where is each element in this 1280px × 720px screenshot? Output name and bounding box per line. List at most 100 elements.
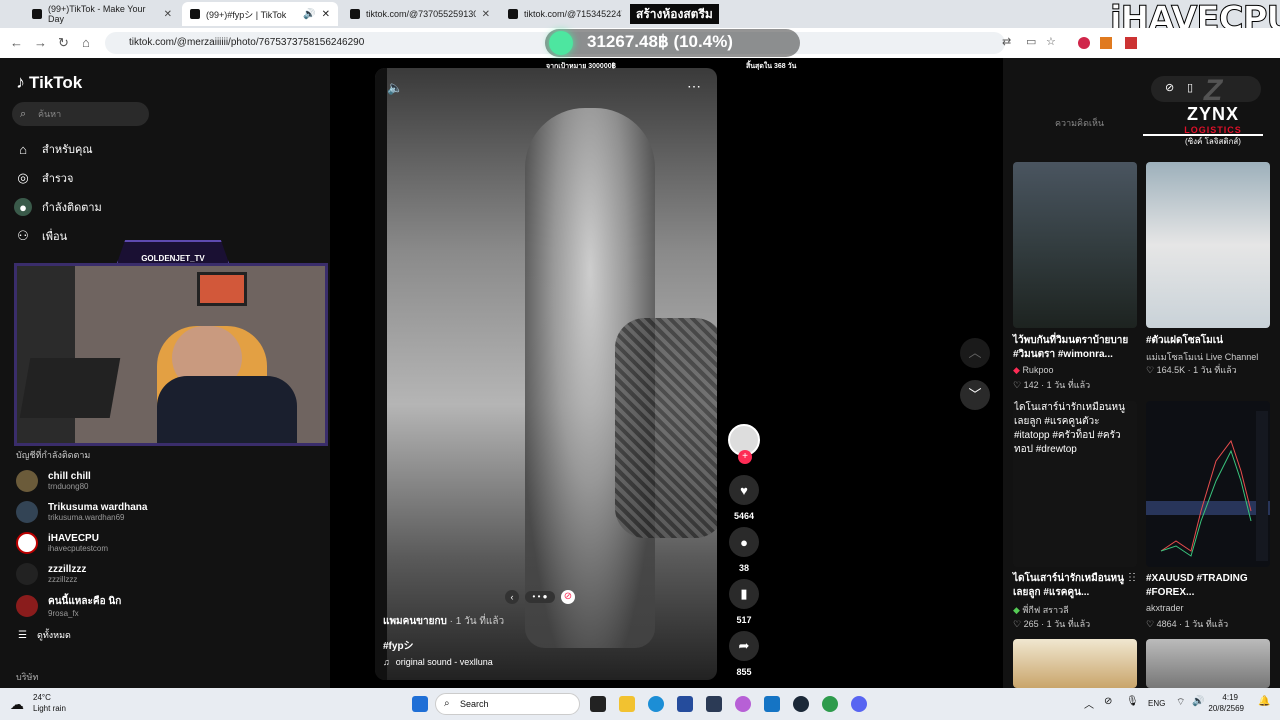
bookmark-icon[interactable]: ▮ — [729, 579, 759, 609]
nav-item-explore[interactable]: ◎ สำรวจ — [14, 169, 73, 187]
post-sound[interactable]: ♫ original sound - vexlluna — [383, 657, 493, 667]
browser-tab-active[interactable]: (99+)#fypシ | TikTok 🔊 ✕ — [182, 2, 338, 26]
chevron-down-icon[interactable]: ﹀ — [960, 380, 990, 410]
windows-start-icon[interactable] — [412, 696, 428, 712]
share-action[interactable]: ➦ 855 — [728, 631, 760, 677]
close-icon[interactable]: ✕ — [322, 9, 330, 20]
close-icon[interactable]: ✕ — [482, 9, 490, 20]
taskbar-search-input[interactable]: ⌕ Search — [435, 693, 580, 715]
like-action[interactable]: ♥ 5464 — [728, 475, 760, 521]
page-dots: • • ● — [525, 591, 555, 603]
tiktok-logo[interactable]: ♪ TikTok — [16, 72, 82, 93]
compass-icon[interactable]: ⊘ — [1165, 81, 1174, 94]
followed-account[interactable]: chill chill trnduong80 — [16, 470, 91, 492]
back-icon[interactable]: ← — [10, 35, 23, 50]
card-meta: ♡ 265 · 1 วัน ที่แล้ว — [1013, 619, 1091, 629]
video-thumbnail[interactable] — [1013, 639, 1137, 688]
extension-icon[interactable] — [1100, 37, 1112, 49]
card-title[interactable]: #ตัวแฝดโซลโมเน่ — [1146, 334, 1270, 348]
follow-plus-icon[interactable]: + — [738, 450, 752, 464]
microphone-icon[interactable]: 🎙 — [1126, 696, 1139, 707]
wifi-icon[interactable]: ⌔ — [1176, 696, 1185, 709]
task-view-icon[interactable] — [590, 696, 606, 712]
phone-icon[interactable]: ▯ — [1187, 81, 1193, 94]
copilot-icon[interactable] — [735, 696, 751, 712]
home-icon[interactable]: ⌂ — [82, 35, 90, 50]
followed-account[interactable]: zzzillzzz zzzillzzz — [16, 563, 86, 585]
card-author[interactable]: akxtrader — [1146, 603, 1184, 613]
translate-icon[interactable]: ⇄ — [1002, 35, 1011, 48]
browser-tab[interactable]: tiktok.com/@73705525913004 ✕ — [342, 2, 498, 26]
card-author[interactable]: แม่เมโซลโมเน่ Live Channel — [1146, 350, 1258, 364]
weather-desc[interactable]: Light rain — [33, 704, 66, 713]
forward-icon[interactable]: → — [34, 35, 47, 50]
card-author[interactable]: ◆ Rukpoo — [1013, 365, 1053, 376]
tab-comments[interactable]: ความคิดเห็น — [1055, 116, 1104, 130]
windows-taskbar: ☁ 24°C Light rain ⌕ Search ︿ ⊘ 🎙 ENG ⌔ 🔊… — [0, 688, 1280, 720]
followed-account[interactable]: Trikusuma wardhana trikusuma.wardhan69 — [16, 501, 147, 523]
video-thumbnail[interactable] — [1146, 162, 1270, 328]
comment-icon[interactable]: ● — [729, 527, 759, 557]
extension-icon[interactable] — [1125, 37, 1137, 49]
app-icon[interactable] — [677, 696, 693, 712]
photo-post-viewer[interactable]: 🔈 ⋯ ‹ • • ● ⊘ แพมคนขายกบ · 1 วัน ที่แล้ว… — [375, 68, 717, 680]
cast-icon[interactable]: ▭ — [1026, 35, 1036, 48]
see-all-link[interactable]: ☰ ดูทั้งหมด — [18, 628, 71, 642]
nav-item-for-you[interactable]: ⌂ สำหรับคุณ — [14, 140, 93, 158]
close-icon[interactable]: ✕ — [164, 9, 172, 20]
card-title[interactable]: #XAUUSD #TRADING #FOREX... — [1146, 572, 1264, 600]
nav-item-friends[interactable]: ⚇ เพื่อน — [14, 227, 67, 245]
clock-time[interactable]: 4:19 — [1208, 693, 1238, 702]
store-icon[interactable] — [706, 696, 722, 712]
weather-temp[interactable]: 24°C — [33, 693, 51, 702]
video-thumbnail[interactable]: ไดโนเสาร์น่ารักเหมือนหนูเลยลูก #แรคคูนตั… — [1013, 401, 1137, 567]
chevron-left-icon[interactable]: ‹ — [505, 590, 519, 604]
video-thumbnail[interactable] — [1146, 401, 1270, 567]
chrome-icon[interactable] — [822, 696, 838, 712]
edge-icon[interactable] — [648, 696, 664, 712]
video-thumbnail[interactable] — [1146, 639, 1270, 688]
reload-icon[interactable]: ↻ — [58, 35, 69, 51]
card-title[interactable]: ไว้พบกันที่วิมนตราบ้ายบาย #วิมนตรา #wimo… — [1013, 334, 1137, 362]
webcam-feed — [14, 263, 328, 446]
comment-action[interactable]: ● 38 — [728, 527, 760, 573]
bookmark-star-icon[interactable]: ☆ — [1046, 35, 1056, 48]
company-link[interactable]: บริษัท — [16, 670, 38, 684]
followed-account[interactable]: iHAVECPU ihavecputestcom — [16, 532, 108, 554]
card-title[interactable]: ไดโนเสาร์น่ารักเหมือนหนูเลยลูก #แรคคูน..… — [1013, 572, 1131, 600]
more-options-icon[interactable]: ⋯ — [687, 78, 701, 95]
card-author[interactable]: ◆ พี่กีฟ สราวลี — [1013, 603, 1069, 617]
nav-item-following[interactable]: ● กำลังติดตาม — [14, 198, 102, 216]
video-thumbnail[interactable] — [1013, 162, 1137, 328]
outlook-icon[interactable] — [764, 696, 780, 712]
notification-bell-icon[interactable]: 🔔 — [1258, 696, 1270, 707]
mute-icon[interactable]: 🔈 — [387, 80, 403, 96]
more-options-icon[interactable]: ⋮ — [1125, 572, 1135, 583]
post-author[interactable]: แพมคนขายกบ — [383, 616, 447, 627]
browser-tab[interactable]: tiktok.com/@71534522477861 — [500, 2, 630, 26]
chevron-up-icon[interactable]: ︿ — [1084, 696, 1094, 711]
chevron-up-icon[interactable]: ︿ — [960, 338, 990, 368]
heart-icon[interactable]: ♥ — [729, 475, 759, 505]
save-action[interactable]: ▮ 517 — [728, 579, 760, 625]
extension-icon[interactable] — [1078, 37, 1090, 49]
post-caption[interactable]: #fypシ — [383, 637, 414, 652]
avatar — [16, 470, 38, 492]
browser-tab[interactable]: (99+)TikTok - Make Your Day ✕ — [24, 2, 180, 26]
speaker-icon[interactable]: 🔊 — [303, 9, 315, 20]
search-input[interactable]: ⌕ ค้นหา — [12, 102, 149, 126]
author-avatar[interactable]: + — [728, 424, 760, 464]
discord-icon[interactable] — [851, 696, 867, 712]
file-explorer-icon[interactable] — [619, 696, 635, 712]
network-icon[interactable]: ⊘ — [1104, 696, 1112, 707]
followed-account[interactable]: คนนี้แหละคือ นิก 9rosa_fx — [16, 594, 121, 618]
avatar — [16, 532, 38, 554]
clock-date[interactable]: 20/8/2569 — [1198, 704, 1244, 713]
weather-rain-icon[interactable]: ☁ — [10, 696, 24, 713]
language-indicator[interactable]: ENG — [1148, 699, 1165, 708]
share-icon[interactable]: ➦ — [729, 631, 759, 661]
block-icon[interactable]: ⊘ — [561, 590, 575, 604]
tiktok-favicon-icon — [32, 9, 42, 19]
card-meta: ♡ 142 · 1 วัน ที่แล้ว — [1013, 380, 1091, 390]
steam-icon[interactable] — [793, 696, 809, 712]
